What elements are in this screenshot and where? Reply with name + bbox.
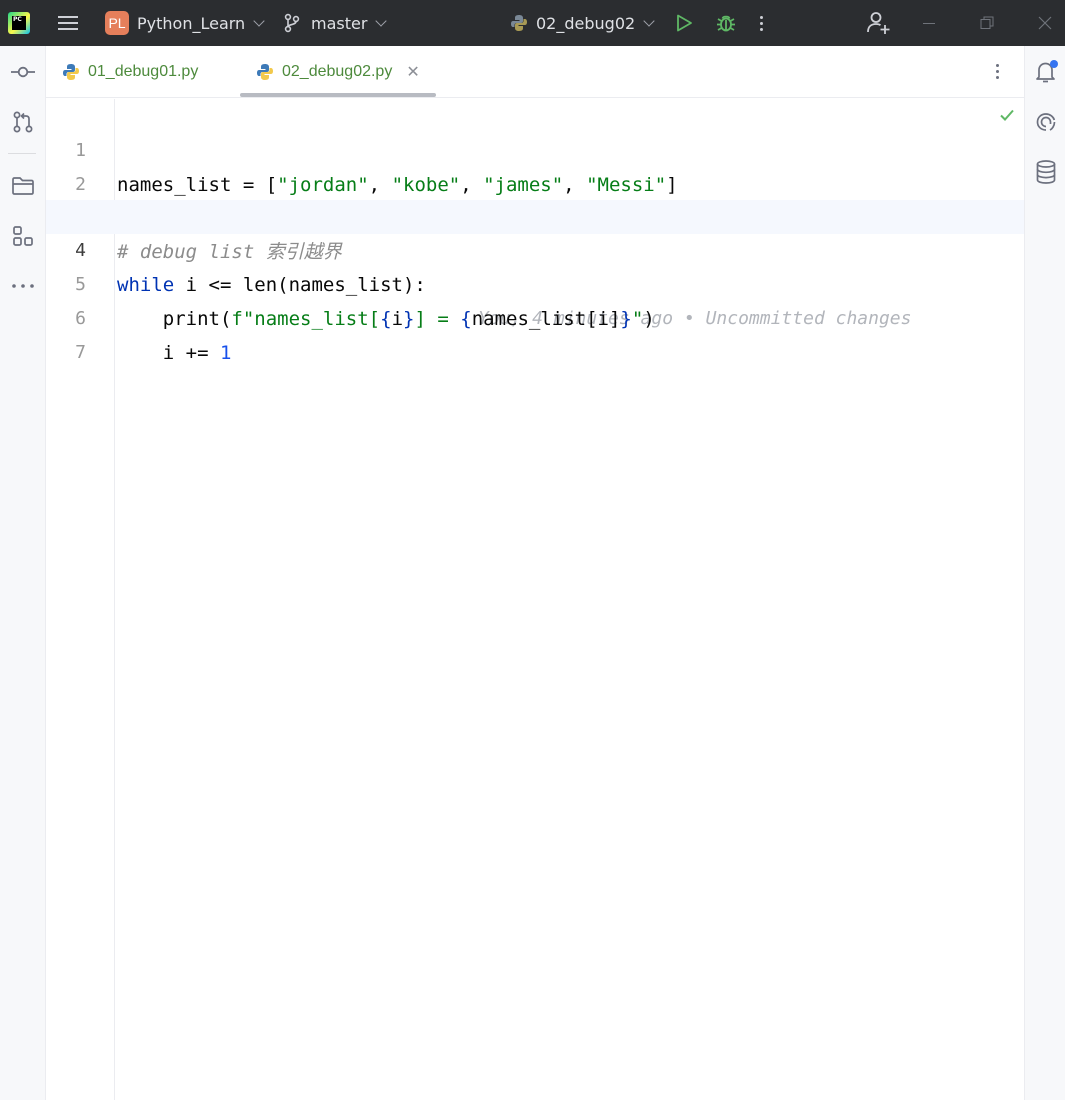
main-menu-button[interactable] — [58, 0, 80, 46]
run-icon — [677, 14, 692, 32]
ai-assistant-tool-button[interactable] — [1031, 107, 1061, 137]
structure-tool-button[interactable] — [8, 221, 38, 251]
branch-selector[interactable]: master — [283, 0, 388, 46]
run-configuration-name: 02_debug02 — [536, 13, 636, 33]
kebab-menu-icon — [760, 15, 763, 31]
title-bar: PC PL Python_Learn master 02_debug02 — [0, 0, 1065, 46]
active-tab-indicator — [240, 93, 436, 97]
code-line[interactable]: 1 names_list = ["jordan", "kobe", "james… — [46, 100, 1024, 196]
code-line[interactable]: 2 i = 0 — [46, 134, 1024, 230]
code-with-me-button[interactable] — [866, 0, 892, 46]
run-configuration-selector[interactable]: 02_debug02 — [510, 0, 655, 46]
chevron-down-icon — [253, 14, 265, 27]
restore-button[interactable] — [978, 0, 996, 46]
tab-label: 02_debug02.py — [282, 63, 393, 80]
python-file-icon — [511, 15, 527, 31]
tab-02-debug02[interactable]: 02_debug02.py ✕ — [256, 46, 420, 98]
code-line-current[interactable]: 4 while i <= len(names_list): You, 4 min… — [46, 200, 1024, 329]
project-selector[interactable]: PL Python_Learn — [105, 0, 265, 46]
project-tool-button[interactable] — [8, 171, 38, 201]
bug-icon — [717, 15, 735, 32]
notifications-tool-button[interactable] — [1031, 57, 1061, 87]
structure-icon — [13, 226, 33, 246]
python-file-icon — [63, 64, 79, 80]
close-window-button[interactable] — [1036, 0, 1054, 46]
debug-button[interactable] — [715, 0, 737, 46]
code-text: i += 1 — [117, 342, 232, 364]
commit-icon — [11, 66, 35, 78]
branch-name: master — [311, 13, 368, 33]
chevron-down-icon — [375, 14, 388, 27]
left-tool-window-bar — [0, 46, 46, 1100]
branch-icon — [284, 13, 300, 33]
editor-tab-bar: 01_debug01.py 02_debug02.py ✕ — [46, 46, 1024, 98]
more-horizontal-icon — [12, 284, 34, 288]
line-number: 7 — [75, 342, 86, 363]
add-user-icon — [867, 12, 890, 34]
database-icon — [1036, 160, 1056, 184]
tab-label: 01_debug01.py — [88, 63, 199, 80]
code-line[interactable]: 3 # debug list 索引越界 — [46, 167, 1024, 263]
notification-bell-icon — [1036, 60, 1058, 83]
code-line[interactable]: 7 — [46, 302, 1024, 363]
close-icon — [1038, 16, 1052, 30]
minimize-icon — [923, 22, 935, 24]
pull-requests-tool-button[interactable] — [8, 107, 38, 137]
code-editor[interactable]: 1 names_list = ["jordan", "kobe", "james… — [46, 99, 1024, 1100]
commit-tool-button[interactable] — [8, 57, 38, 87]
minimize-button[interactable] — [920, 0, 938, 46]
tab-options-button[interactable] — [996, 64, 999, 79]
tab-01-debug01[interactable]: 01_debug01.py — [62, 46, 198, 98]
restore-icon — [980, 16, 994, 29]
folder-icon — [12, 177, 34, 195]
chevron-down-icon — [643, 14, 655, 27]
more-actions-button[interactable] — [760, 0, 763, 46]
pycharm-logo: PC — [8, 0, 30, 46]
pull-requests-icon — [13, 111, 33, 133]
ai-assistant-icon — [1036, 113, 1056, 131]
tool-separator — [8, 153, 36, 154]
more-tool-windows-button[interactable] — [8, 271, 38, 301]
run-button[interactable] — [674, 0, 694, 46]
project-name: Python_Learn — [137, 13, 246, 33]
close-tab-icon[interactable]: ✕ — [406, 62, 419, 82]
project-badge: PL — [105, 11, 129, 35]
code-line[interactable]: 6 i += 1 — [46, 268, 1024, 364]
python-file-icon — [257, 64, 273, 80]
database-tool-button[interactable] — [1031, 157, 1061, 187]
code-line[interactable]: 5 print(f"names_list[{i}] = {names_list[… — [46, 234, 1024, 330]
right-tool-window-bar — [1024, 46, 1065, 1100]
hamburger-icon — [58, 15, 78, 31]
